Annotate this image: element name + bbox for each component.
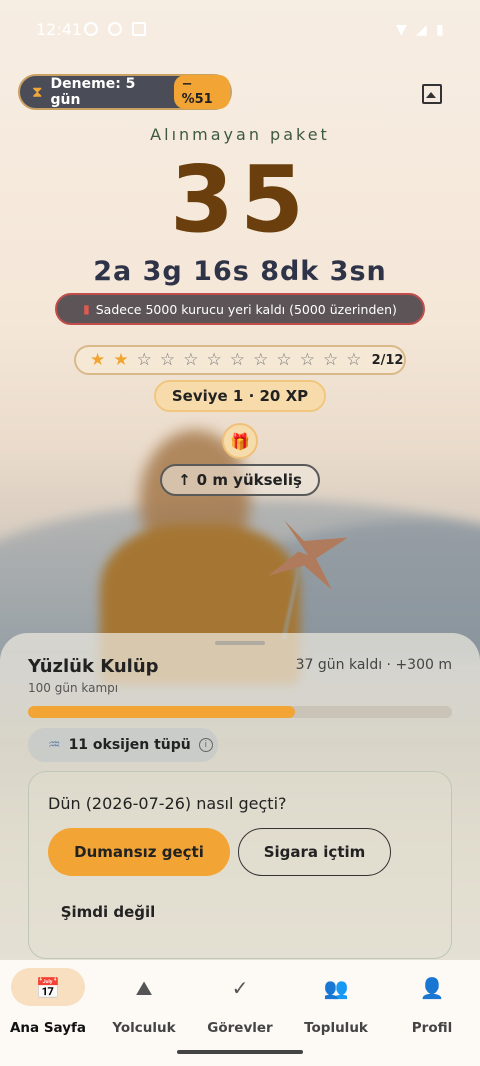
arrow-up-icon: ↑ <box>178 471 191 489</box>
club-status: 37 gün kaldı · +300 m <box>295 657 452 673</box>
nav-label: Yolculuk <box>112 1020 176 1036</box>
star-icon: ☆ <box>299 350 315 370</box>
battery-icon: ▮ <box>83 302 90 316</box>
founder-spots-banner[interactable]: ▮ Sadece 5000 kurucu yeri kaldı (5000 üz… <box>55 293 425 325</box>
star-icon: ☆ <box>253 350 269 370</box>
packs-label: Alınmayan paket <box>150 125 330 144</box>
hourglass-icon: ⧗ <box>32 83 43 101</box>
packs-count: 35 <box>169 146 311 253</box>
star-icon: ☆ <box>136 350 152 370</box>
trial-badge[interactable]: ⧗ Deneme: 5 gün −%51 <box>18 74 232 110</box>
sheet-handle[interactable] <box>215 641 265 645</box>
star-icon: ☆ <box>159 350 176 370</box>
not-now-button[interactable]: Şimdi değil <box>48 892 168 932</box>
nav-item-community[interactable]: 👥 Topluluk <box>288 968 384 1038</box>
status-time: 12:41 <box>36 20 83 39</box>
star-icon: ☆ <box>276 350 292 370</box>
background-image-button[interactable] <box>418 80 446 108</box>
mountain-icon: ⛰ <box>135 976 153 1000</box>
oxygen-label: 11 oksijen tüpü <box>68 737 191 753</box>
club-progress-bar <box>28 706 452 718</box>
star-icon: ☆ <box>322 350 339 370</box>
star-icon: ☆ <box>229 350 246 370</box>
wifi-icon: ▼ <box>396 22 407 38</box>
trial-label: Deneme: 5 gün <box>50 76 136 108</box>
star-icon: ☆ <box>346 350 362 370</box>
cast-icon <box>132 22 146 36</box>
level-badge[interactable]: Seviye 1 · 20 XP <box>154 380 326 412</box>
nav-item-home[interactable]: 📅 Ana Sayfa <box>0 968 96 1038</box>
founder-text: Sadece 5000 kurucu yeri kaldı (5000 üzer… <box>95 301 397 317</box>
nav-label: Ana Sayfa <box>9 1020 87 1036</box>
discount-badge: −%51 <box>173 75 230 109</box>
nav-item-profile[interactable]: 👤 Profil <box>384 968 480 1038</box>
nav-label: Profil <box>411 1020 453 1036</box>
star-icon: ☆ <box>183 350 199 370</box>
star-rating[interactable]: ★ ★ ☆ ☆ ☆ ☆ ☆ ☆ ☆ ☆ ☆ ☆ 2/12 <box>74 345 406 375</box>
club-progress-fill <box>28 706 296 718</box>
star-icon: ★ <box>113 350 129 370</box>
club-subtitle: 100 gün kampı <box>28 681 119 695</box>
person-icon: 👤 <box>419 976 445 1000</box>
battery-status-icon: ▮ <box>436 22 444 38</box>
gesture-bar[interactable] <box>177 1050 303 1054</box>
nav-label: Görevler <box>207 1020 273 1036</box>
gift-icon[interactable]: 🎁 <box>222 423 258 459</box>
smoke-free-button[interactable]: Dumansız geçti <box>48 828 230 876</box>
calendar-icon: 📅 <box>35 976 61 1000</box>
club-title: Yüzlük Kulüp <box>28 656 159 677</box>
dnd-icon <box>108 22 122 36</box>
nav-item-tasks[interactable]: ✓ Görevler <box>192 968 288 1038</box>
elevation-label: 0 m yükseliş <box>196 471 302 489</box>
oxygen-chip[interactable]: ♒ 11 oksijen tüpü i <box>28 728 218 762</box>
check-circle-icon: ✓ <box>231 976 249 1000</box>
nav-item-journey[interactable]: ⛰ Yolculuk <box>96 968 192 1038</box>
oxygen-icon: ♒ <box>48 737 61 753</box>
elevation-badge[interactable]: ↑ 0 m yükseliş <box>160 464 320 496</box>
nav-label: Topluluk <box>304 1020 368 1036</box>
star-count: 2/12 <box>371 352 404 368</box>
star-icon: ★ <box>90 350 106 370</box>
info-icon[interactable]: i <box>198 738 213 752</box>
smoke-free-timer: 2a 3g 16s 8dk 3sn <box>93 256 387 287</box>
smoked-button[interactable]: Sigara içtim <box>238 828 391 876</box>
signal-icon: ◢ <box>416 22 427 38</box>
checkin-question: Dün (2026-07-26) nasıl geçti? <box>48 794 287 813</box>
group-icon: 👥 <box>323 976 349 1000</box>
star-icon: ☆ <box>206 350 222 370</box>
status-bar: 12:41 ▼ ◢ ▮ <box>0 0 480 60</box>
alarm-icon <box>84 22 98 36</box>
